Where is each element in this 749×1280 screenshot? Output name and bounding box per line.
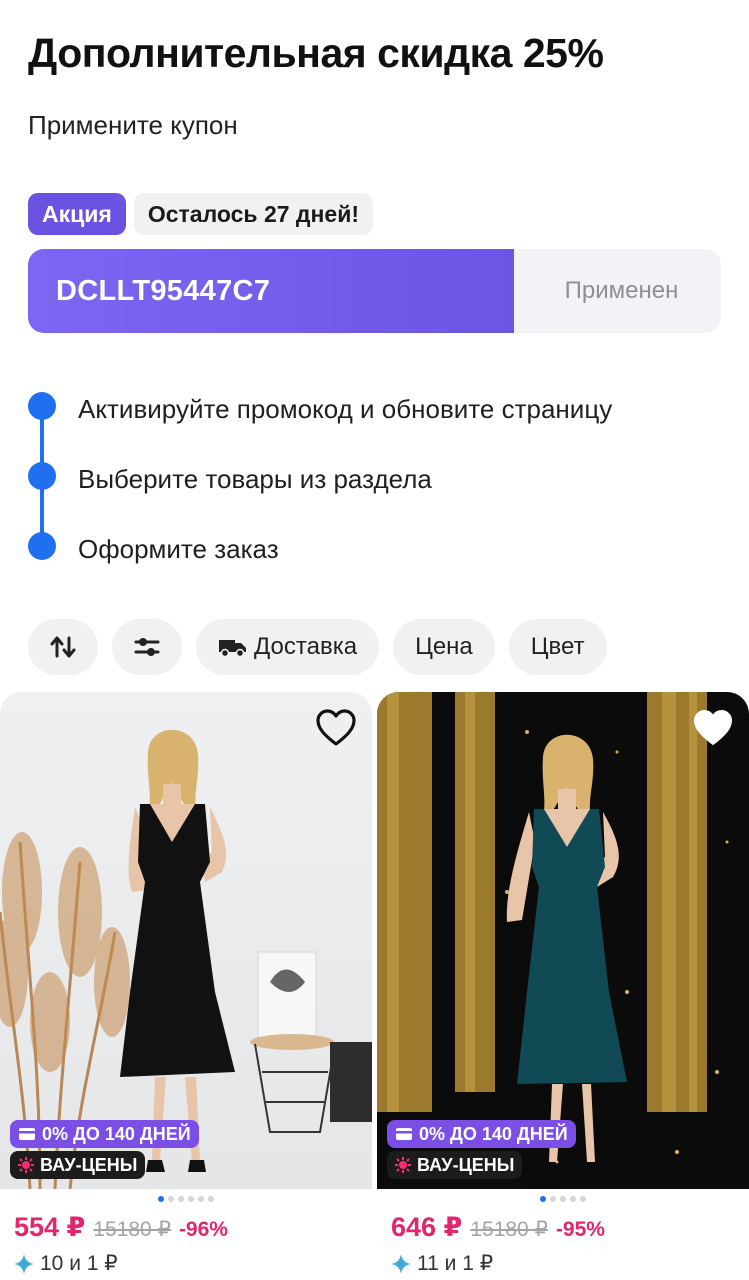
current-price: 646 ₽ [391, 1212, 463, 1242]
step-text: Выберите товары из раздела [78, 464, 432, 494]
sort-arrows-icon [50, 636, 76, 658]
truck-icon [218, 636, 248, 658]
step-dot [28, 392, 56, 420]
bonus-row: 10 и 1 ₽ [14, 1251, 118, 1276]
card-icon [396, 1128, 412, 1140]
pagination-dot [168, 1196, 174, 1202]
badge-row: Акция Осталось 27 дней! [28, 193, 373, 235]
favorite-heart-icon[interactable] [314, 708, 358, 748]
step-dot [28, 462, 56, 490]
days-left-badge: Осталось 27 дней! [133, 193, 373, 235]
burst-icon [395, 1157, 411, 1173]
old-price: 15180 ₽ [93, 1218, 171, 1241]
current-price: 554 ₽ [14, 1212, 86, 1242]
page-title: Дополнительная скидка 25% [28, 30, 604, 76]
step-item: Оформите заказ [28, 520, 728, 590]
color-filter-chip[interactable]: Цвет [508, 619, 607, 675]
coupon-perforation [506, 249, 514, 333]
pagination-dot [560, 1196, 566, 1202]
pagination-dot [570, 1196, 576, 1202]
installment-tag: 0% ДО 140 ДНЕЙ [10, 1120, 199, 1148]
step-text: Оформите заказ [78, 534, 279, 564]
price-row: 554 ₽ 15180 ₽ -96% [14, 1212, 228, 1243]
product-card[interactable]: 0% ДО 140 ДНЕЙ ВАУ-ЦЕНЫ 554 ₽ 15180 ₽ -9… [0, 692, 372, 1280]
installment-tag-label: 0% ДО 140 ДНЕЙ [42, 1123, 191, 1144]
bonus-text: 11 и 1 ₽ [417, 1252, 494, 1275]
pagination-dot [550, 1196, 556, 1202]
photo-pagination [377, 1196, 749, 1202]
pagination-dot [198, 1196, 204, 1202]
page-subtitle: Примените купон [28, 110, 238, 140]
discount-percent: -95% [555, 1218, 605, 1241]
step-dot [28, 532, 56, 560]
pagination-dot [580, 1196, 586, 1202]
pagination-dot [178, 1196, 184, 1202]
pagination-dot [540, 1196, 546, 1202]
sort-button[interactable] [28, 619, 98, 675]
discount-percent: -96% [178, 1218, 228, 1241]
photo-pagination [0, 1196, 372, 1202]
coupon-card[interactable]: DCLLT95447C7 Применен [28, 249, 721, 333]
action-badge: Акция [28, 193, 126, 235]
bonus-row: 11 и 1 ₽ [391, 1251, 493, 1276]
product-photo[interactable] [377, 692, 749, 1189]
wow-price-tag: ВАУ-ЦЕНЫ [387, 1151, 523, 1179]
delivery-filter-label: Доставка [254, 633, 358, 660]
product-card[interactable]: 0% ДО 140 ДНЕЙ ВАУ-ЦЕНЫ 646 ₽ 15180 ₽ -9… [377, 692, 749, 1280]
burst-icon [18, 1157, 34, 1173]
installment-tag-label: 0% ДО 140 ДНЕЙ [419, 1123, 568, 1144]
card-icon [19, 1128, 35, 1140]
filter-settings-button[interactable] [112, 619, 182, 675]
step-text: Активируйте промокод и обновите страницу [78, 394, 613, 424]
pagination-dot [208, 1196, 214, 1202]
bonus-text: 10 и 1 ₽ [40, 1252, 118, 1275]
sparkle-icon [391, 1253, 411, 1274]
sliders-icon [134, 638, 160, 656]
sparkle-icon [14, 1253, 34, 1274]
filter-bar: Доставка Цена Цвет [28, 619, 607, 675]
delivery-filter-chip[interactable]: Доставка [196, 619, 380, 675]
old-price: 15180 ₽ [470, 1218, 548, 1241]
price-filter-chip[interactable]: Цена [393, 619, 495, 675]
price-row: 646 ₽ 15180 ₽ -95% [391, 1212, 605, 1243]
wow-price-tag: ВАУ-ЦЕНЫ [10, 1151, 146, 1179]
step-item: Активируйте промокод и обновите страницу [28, 380, 728, 450]
dress-photo-image [377, 692, 749, 1189]
steps-list: Активируйте промокод и обновите страницу… [28, 380, 728, 590]
wow-price-tag-label: ВАУ-ЦЕНЫ [417, 1154, 515, 1175]
wow-price-tag-label: ВАУ-ЦЕНЫ [40, 1154, 138, 1175]
installment-tag: 0% ДО 140 ДНЕЙ [387, 1120, 576, 1148]
coupon-code: DCLLT95447C7 [28, 249, 514, 333]
pagination-dot [158, 1196, 164, 1202]
favorite-heart-icon[interactable] [691, 708, 735, 748]
step-item: Выберите товары из раздела [28, 450, 728, 520]
product-photo[interactable] [0, 692, 372, 1189]
coupon-applied-status[interactable]: Применен [522, 249, 721, 333]
pagination-dot [188, 1196, 194, 1202]
dress-photo-image [0, 692, 372, 1189]
